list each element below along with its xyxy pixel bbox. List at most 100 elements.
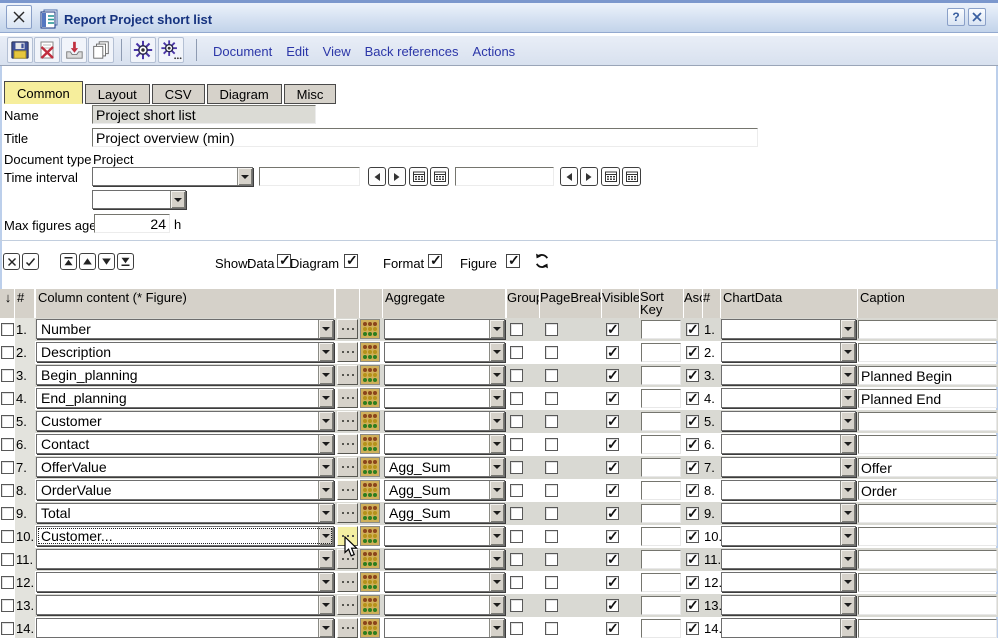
asc-checkbox[interactable] [686,484,699,497]
chevron-down-icon[interactable] [318,366,333,384]
group-checkbox[interactable] [510,438,523,451]
column-content-dropdown[interactable] [36,618,334,638]
group-checkbox[interactable] [510,622,523,635]
sortkey-input[interactable] [641,343,681,362]
chevron-down-icon[interactable] [489,412,504,430]
figure-colors-icon[interactable] [360,365,380,385]
figure-colors-icon[interactable] [360,457,380,477]
aggregate-dropdown[interactable] [384,549,505,569]
chevron-down-icon[interactable] [840,389,855,407]
caption-input[interactable] [858,619,997,638]
row-select-checkbox[interactable] [1,323,14,336]
prev-date-button[interactable] [368,167,386,186]
figure-colors-icon[interactable] [360,411,380,431]
show-figure-checkbox[interactable] [506,254,520,268]
visible-checkbox[interactable] [606,461,619,474]
chevron-down-icon[interactable] [318,619,333,637]
figure-colors-icon[interactable] [360,319,380,339]
caption-input[interactable] [858,320,997,339]
chartdata-dropdown[interactable] [721,411,856,431]
aggregate-dropdown[interactable] [384,342,505,362]
visible-checkbox[interactable] [606,392,619,405]
delete-button[interactable] [34,37,60,63]
figure-colors-icon[interactable] [360,526,380,546]
visible-checkbox[interactable] [606,576,619,589]
chevron-down-icon[interactable] [489,619,504,637]
move-to-top-button[interactable] [60,253,77,270]
calendar-button[interactable] [430,167,449,186]
figure-colors-icon[interactable] [360,342,380,362]
title-field[interactable] [92,128,758,147]
sortkey-input[interactable] [641,481,681,500]
figure-colors-icon[interactable] [360,480,380,500]
column-content-dropdown[interactable]: OrderValue [36,480,334,500]
chartdata-dropdown[interactable] [721,618,856,638]
time-interval-to-field[interactable] [455,167,554,186]
time-interval-unit-dropdown[interactable] [92,190,186,209]
window-close-button-left[interactable] [6,5,32,29]
chevron-down-icon[interactable] [840,435,855,453]
aggregate-dropdown[interactable] [384,434,505,454]
group-checkbox[interactable] [510,323,523,336]
sortkey-input[interactable] [641,504,681,523]
group-checkbox[interactable] [510,369,523,382]
chevron-down-icon[interactable] [489,527,504,545]
caption-input[interactable] [858,458,997,477]
column-content-dropdown[interactable]: Total [36,503,334,523]
pagebreak-checkbox[interactable] [545,461,558,474]
asc-checkbox[interactable] [686,415,699,428]
asc-checkbox[interactable] [686,530,699,543]
column-content-dropdown[interactable] [36,572,334,592]
show-format-checkbox[interactable] [428,254,442,268]
visible-checkbox[interactable] [606,599,619,612]
row-select-checkbox[interactable] [1,530,14,543]
sortkey-input[interactable] [641,366,681,385]
import-button[interactable] [61,37,87,63]
tab-csv[interactable]: CSV [152,84,205,104]
row-select-checkbox[interactable] [1,415,14,428]
group-checkbox[interactable] [510,599,523,612]
aggregate-dropdown[interactable] [384,319,505,339]
calendar-button[interactable] [622,167,641,186]
aggregate-dropdown[interactable]: Agg_Sum [384,503,505,523]
move-down-button[interactable] [98,253,115,270]
chevron-down-icon[interactable] [489,550,504,568]
chevron-down-icon[interactable] [318,458,333,476]
help-button[interactable]: ? [947,8,965,26]
visible-checkbox[interactable] [606,484,619,497]
aggregate-dropdown[interactable] [384,365,505,385]
copy-button[interactable] [88,37,114,63]
aggregate-dropdown[interactable] [384,411,505,431]
row-select-checkbox[interactable] [1,484,14,497]
aggregate-dropdown[interactable] [384,526,505,546]
row-select-checkbox[interactable] [1,369,14,382]
pagebreak-checkbox[interactable] [545,392,558,405]
next-date-button[interactable] [388,167,406,186]
ellipsis-button[interactable] [337,480,358,500]
asc-checkbox[interactable] [686,622,699,635]
chevron-down-icon[interactable] [318,320,333,338]
sortkey-input[interactable] [641,458,681,477]
menu-back-references[interactable]: Back references [365,44,459,59]
chartdata-dropdown[interactable] [721,549,856,569]
deselect-all-button[interactable] [3,253,20,270]
column-content-dropdown[interactable]: Number [36,319,334,339]
calendar-button[interactable] [409,167,428,186]
group-checkbox[interactable] [510,392,523,405]
menu-actions[interactable]: Actions [473,44,516,59]
pagebreak-checkbox[interactable] [545,599,558,612]
chevron-down-icon[interactable] [489,343,504,361]
caption-input[interactable] [858,389,997,408]
figure-colors-icon[interactable] [360,572,380,592]
caption-input[interactable] [858,435,997,454]
chevron-down-icon[interactable] [840,619,855,637]
chartdata-dropdown[interactable] [721,457,856,477]
column-content-dropdown[interactable]: OfferValue [36,457,334,477]
show-data-checkbox[interactable] [277,254,291,268]
max-figures-age-field[interactable] [94,214,170,233]
row-select-checkbox[interactable] [1,346,14,359]
sortkey-input[interactable] [641,527,681,546]
chevron-down-icon[interactable] [318,389,333,407]
pagebreak-checkbox[interactable] [545,530,558,543]
group-checkbox[interactable] [510,576,523,589]
